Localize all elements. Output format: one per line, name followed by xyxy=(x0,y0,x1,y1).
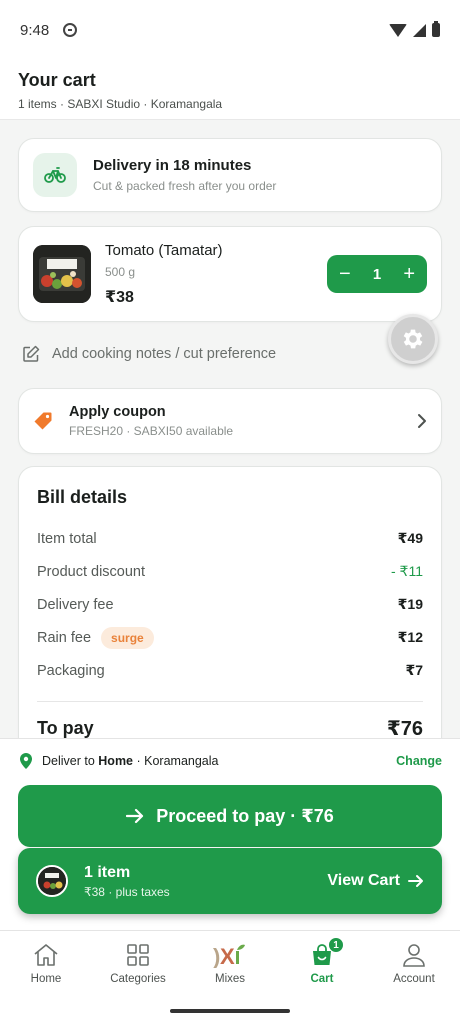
cooking-notes-label: Add cooking notes / cut preference xyxy=(52,346,277,362)
nav-item-categories[interactable]: Categories xyxy=(92,931,184,995)
chevron-right-icon xyxy=(418,414,426,428)
account-icon xyxy=(403,944,425,967)
cart-item-thumbnail xyxy=(36,865,68,897)
quantity-value: 1 xyxy=(372,265,382,283)
wifi-icon xyxy=(389,23,407,37)
view-cart-label: View Cart xyxy=(327,872,400,889)
surge-badge: surge xyxy=(101,626,154,649)
cooking-notes-link[interactable]: Add cooking notes / cut preference xyxy=(22,340,276,368)
page-title: Your cart xyxy=(18,70,96,90)
view-cart-bar[interactable]: 1 item ₹38 · plus taxes View Cart xyxy=(18,848,442,914)
cellular-icon xyxy=(413,23,426,37)
status-notification-icon xyxy=(63,23,78,37)
bill-row-value: ₹49 xyxy=(397,530,423,546)
bill-row-product-discount: Product discount - ₹11 xyxy=(37,555,423,588)
status-bar: 9:48 xyxy=(0,0,460,60)
proceed-to-pay-button[interactable]: Proceed to pay · ₹76 xyxy=(18,785,442,847)
view-cart-action[interactable]: View Cart xyxy=(327,872,424,890)
bill-row-value: ₹19 xyxy=(397,596,423,612)
cart-header: Your cart 1 items · SABXI Studio · Koram… xyxy=(0,60,460,120)
deliver-to-place: Home xyxy=(98,754,134,768)
bill-divider xyxy=(37,701,423,702)
decrement-button[interactable]: − xyxy=(339,264,351,284)
status-icons xyxy=(389,21,440,37)
bill-row-item-total: Item total ₹49 xyxy=(37,522,423,555)
bill-row-value: ₹7 xyxy=(405,662,423,678)
status-time: 9:48 xyxy=(20,21,50,39)
delivery-address-row: Deliver to Home · Koramangala Change xyxy=(20,753,442,769)
edit-note-icon xyxy=(23,345,40,362)
grid-icon xyxy=(127,944,149,966)
battery-icon xyxy=(432,21,440,37)
home-icon xyxy=(34,944,58,966)
bill-row-label: Delivery fee xyxy=(37,596,114,613)
item-price: ₹38 xyxy=(105,288,134,306)
deliver-to-prefix: Deliver to xyxy=(42,754,99,768)
bill-row-label: Item total xyxy=(37,530,97,547)
cart-count-badge: 1 xyxy=(328,937,344,953)
arrow-right-icon xyxy=(126,808,144,824)
item-name: Tomato (Tamatar) xyxy=(105,241,223,259)
delivery-eta-card: Delivery in 18 minutes Cut & packed fres… xyxy=(18,138,442,212)
product-image[interactable] xyxy=(33,245,91,303)
item-weight: 500 g xyxy=(105,264,136,279)
gear-icon xyxy=(403,329,423,349)
bill-row-delivery-fee: Delivery fee ₹19 xyxy=(37,588,423,621)
cart-price-summary: ₹38 · plus taxes xyxy=(84,884,170,899)
coupon-codes: FRESH20 · SABXI50 available xyxy=(69,424,234,438)
apply-coupon-card[interactable]: Apply coupon FRESH20 · SABXI50 available xyxy=(18,388,442,454)
bill-row-rain-fee: Rain fee surge ₹12 xyxy=(37,621,423,654)
mixes-icon: ) X xyxy=(213,944,245,968)
nav-item-mixes[interactable]: ) X Mixes xyxy=(184,931,276,995)
svg-text:X: X xyxy=(220,944,235,968)
nav-item-cart[interactable]: 1 Cart xyxy=(276,931,368,995)
location-pin-icon xyxy=(20,753,32,769)
nav-label: Categories xyxy=(110,973,166,985)
bill-title: Bill details xyxy=(37,487,128,507)
cart-item-card: Tomato (Tamatar) 500 g ₹38 − 1 + xyxy=(18,226,442,322)
home-indicator[interactable] xyxy=(170,1009,290,1013)
arrow-right-icon xyxy=(408,875,423,887)
change-address-link[interactable]: Change xyxy=(396,754,442,768)
nav-label: Cart xyxy=(310,973,334,985)
bicycle-icon xyxy=(44,167,66,183)
deliver-to-suffix: · Koramangala xyxy=(133,754,219,768)
bill-details-card: Bill details Item total ₹49 Product disc… xyxy=(18,466,442,766)
cart-item-count: 1 item xyxy=(84,863,131,881)
delivery-icon-box xyxy=(33,153,77,197)
coupon-tag-icon xyxy=(34,412,52,430)
bill-row-label: Rain fee xyxy=(37,629,92,646)
to-pay-label: To pay xyxy=(37,718,94,738)
nav-item-account[interactable]: Account xyxy=(368,931,460,995)
coupon-title: Apply coupon xyxy=(69,404,166,420)
nav-item-home[interactable]: Home xyxy=(0,931,92,995)
page-subtitle: 1 items · SABXI Studio · Koramangala xyxy=(18,97,223,111)
bottom-navigation: Home Categories ) X Mixes 1 Cart Account xyxy=(0,930,460,1024)
settings-fab[interactable] xyxy=(388,314,438,364)
quantity-stepper: − 1 + xyxy=(327,255,427,293)
bill-row-label: Packaging xyxy=(37,662,105,679)
nav-label: Home xyxy=(30,973,62,985)
bill-row-value: - ₹11 xyxy=(391,563,423,579)
bill-row-value: ₹12 xyxy=(397,629,423,645)
nav-label: Account xyxy=(393,973,435,985)
proceed-to-pay-label: Proceed to pay · ₹76 xyxy=(156,805,334,826)
delivery-subtitle: Cut & packed fresh after you order xyxy=(93,179,277,193)
increment-button[interactable]: + xyxy=(403,264,415,284)
nav-label: Mixes xyxy=(214,973,246,985)
bill-row-packaging: Packaging ₹7 xyxy=(37,654,423,687)
bill-row-label: Product discount xyxy=(37,563,146,580)
delivery-title: Delivery in 18 minutes xyxy=(93,157,252,174)
